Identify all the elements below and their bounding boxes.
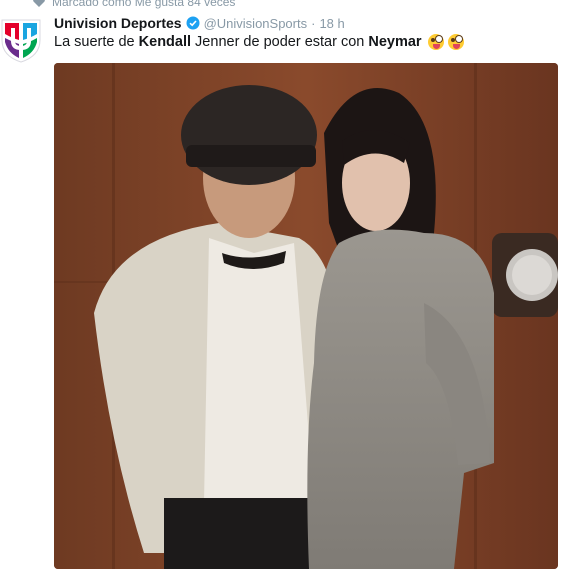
author-name[interactable]: Univision Deportes bbox=[54, 15, 182, 31]
author-handle[interactable]: @UnivisionSports bbox=[204, 16, 308, 31]
verified-badge-icon bbox=[186, 16, 200, 30]
tweet-text-part: Jenner de poder estar con bbox=[191, 34, 369, 50]
tweet-text-part: La suerte de bbox=[54, 34, 139, 50]
univision-logo bbox=[1, 19, 41, 63]
tweet-header: Univision Deportes @UnivisionSports · 18… bbox=[54, 14, 345, 32]
mention-kendall: Kendall bbox=[138, 34, 192, 50]
tweet-timestamp[interactable]: 18 h bbox=[319, 16, 344, 31]
tweet-text: La suerte de Kendall Jenner de poder est… bbox=[54, 34, 464, 50]
tweet-context: Marcado como Me gusta 84 veces bbox=[32, 0, 235, 10]
context-text: Marcado como Me gusta 84 veces bbox=[52, 0, 236, 9]
tweet-photo[interactable] bbox=[54, 63, 558, 569]
face-with-tongue-emoji bbox=[447, 34, 464, 50]
face-with-tongue-emoji bbox=[427, 34, 444, 50]
mention-neymar: Neymar bbox=[368, 34, 422, 50]
separator-dot: · bbox=[311, 15, 316, 31]
heart-icon bbox=[33, 0, 45, 7]
univision-logo-avatar[interactable] bbox=[0, 14, 42, 64]
photo-image bbox=[54, 63, 558, 569]
